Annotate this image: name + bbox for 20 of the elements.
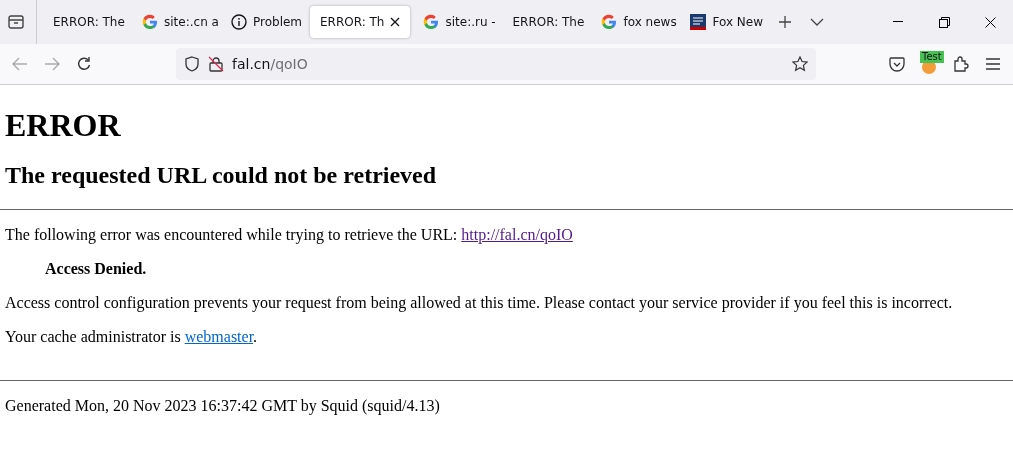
browser-tab[interactable]: site:.cn a [132, 6, 218, 38]
extension-badge: Test [920, 51, 944, 63]
browser-tab[interactable]: Fox New [680, 6, 767, 38]
browser-tab[interactable]: ERROR: Th [310, 6, 411, 38]
address-bar[interactable]: fal.cn/qoIO [176, 48, 816, 80]
url-link[interactable]: http://fal.cn/qoIO [461, 226, 573, 243]
error-reason: Access Denied. [45, 260, 147, 277]
error-explanation: Access control configuration prevents your request from being allowed at this time. Please contact your service provider if you feel this is incorrect. [5, 294, 954, 312]
browser-tab[interactable]: fox news [591, 6, 678, 38]
browser-tab[interactable]: site:.ru - [413, 6, 500, 38]
error-heading: ERROR [5, 107, 122, 144]
url-text: fal.cn/qoIO [232, 56, 308, 72]
browser-tab[interactable]: ERROR: The [43, 6, 129, 38]
browser-tab[interactable]: ERROR: The [502, 6, 589, 38]
extension-button[interactable]: Test [913, 48, 945, 80]
error-subheading: The requested URL could not be retrieved [5, 162, 438, 189]
admin-text: Your cache administrator is webmaster. [5, 328, 259, 346]
footer-text: Generated Mon, 20 Nov 2023 16:37:42 GMT by Squid (squid/4.13) [5, 397, 441, 415]
browser-tab[interactable]: Problem [221, 6, 307, 38]
error-intro: The following error was encountered while trying to retrieve the URL: http://fal.cn/qoIO [5, 226, 574, 244]
